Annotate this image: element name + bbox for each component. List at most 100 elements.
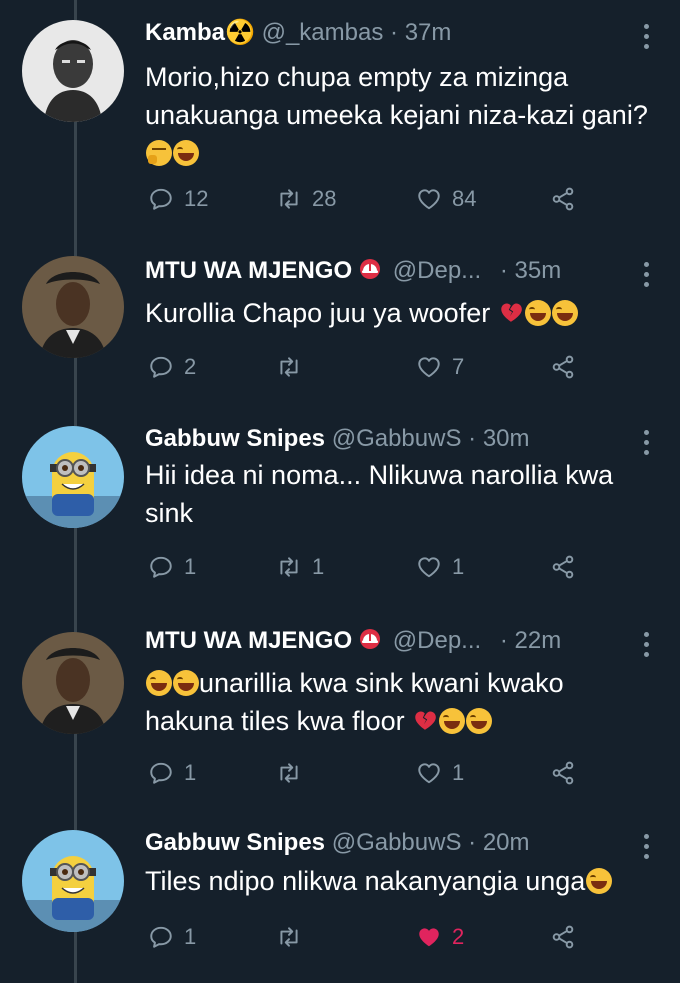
tweet-actions: 12 28 84 [148,184,618,214]
like-button[interactable]: 2 [416,922,464,952]
like-count: 2 [452,924,465,949]
display-name[interactable]: Gabbuw Snipes [145,425,325,452]
reply-count: 2 [184,354,197,379]
face-with-tears-of-joy-emoji [524,300,551,326]
avatar[interactable] [22,830,124,932]
heart-icon [416,760,442,786]
broken-heart-emoji [498,299,524,325]
avatar[interactable] [22,256,124,358]
display-name[interactable]: MTU WA MJENGO [145,257,352,284]
avatar[interactable] [22,632,124,734]
helmet-badge-icon [358,627,382,651]
tweet-actions: 1 2 [148,922,618,952]
display-name[interactable]: Kamba☢️ [145,19,255,46]
face-with-tears-of-joy-emoji [173,140,199,166]
like-count: 1 [452,554,465,579]
retweet-button[interactable] [276,922,312,952]
tweet-text: Tiles ndipo nlikwa nakanyangia unga [145,862,655,900]
face-with-tears-of-joy-emoji [146,670,172,696]
tweet[interactable]: Gabbuw Snipes @GabbuwS · 20m Tiles ndipo… [0,820,680,983]
more-options-icon[interactable] [644,24,650,54]
tweet-text-content: Tiles ndipo nlikwa nakanyangia unga [145,866,586,896]
thinking-face-emoji [146,140,172,166]
face-with-tears-of-joy-emoji [551,300,578,326]
retweet-count: 28 [312,186,337,211]
face-with-tears-of-joy-emoji [439,708,466,734]
like-button[interactable]: 7 [416,352,464,382]
reply-button[interactable]: 1 [148,552,196,582]
retweet-icon [276,354,302,380]
tweet[interactable]: MTU WA MJENGO @Dep... · 22m unarillia kw… [0,620,680,820]
tweet[interactable]: Kamba☢️ @_kambas · 37m Morio,hizo chupa … [0,0,680,240]
reply-icon [148,354,174,380]
reply-count: 1 [184,760,197,785]
handle[interactable]: @GabbuwS [332,829,462,856]
like-button[interactable]: 1 [416,758,464,788]
tweet-text-content: unarillia kwa sink kwani kwako [199,668,564,698]
handle[interactable]: @_kambas [262,19,384,46]
reply-icon [148,760,174,786]
share-icon [550,760,576,786]
share-button[interactable] [550,922,576,952]
timestamp[interactable]: 37m [405,19,452,46]
face-with-tears-of-joy-emoji [173,670,199,696]
reply-button[interactable]: 12 [148,184,208,214]
tweet-text-content: hakuna tiles kwa floor [145,706,405,736]
like-count: 84 [452,186,477,211]
handle[interactable]: @Dep... [393,257,481,284]
tweet-text: Kurollia Chapo juu ya woofer [145,294,655,332]
tweet-actions: 1 1 1 [148,552,618,582]
tweet-actions: 1 1 [148,758,618,788]
tweet-header: MTU WA MJENGO @Dep... · 35m [145,256,561,286]
retweet-count: 1 [312,554,325,579]
more-options-icon[interactable] [644,632,650,662]
retweet-button[interactable]: 28 [276,184,336,214]
share-button[interactable] [550,758,576,788]
separator: · [499,627,508,654]
timestamp[interactable]: 20m [483,829,530,856]
reply-icon [148,554,174,580]
reply-button[interactable]: 1 [148,758,196,788]
retweet-button[interactable] [276,758,312,788]
tweet-text: Hii idea ni noma... Nlikuwa narollia kwa… [145,456,655,532]
reply-count: 12 [184,186,209,211]
more-options-icon[interactable] [644,834,650,864]
tweet[interactable]: Gabbuw Snipes @GabbuwS · 30m Hii idea ni… [0,410,680,620]
share-button[interactable] [550,184,576,214]
avatar[interactable] [22,426,124,528]
separator: · [468,829,477,856]
display-name[interactable]: Gabbuw Snipes [145,829,325,856]
heart-icon [416,354,442,380]
retweet-button[interactable]: 1 [276,552,324,582]
retweet-button[interactable] [276,352,312,382]
share-button[interactable] [550,552,576,582]
like-count: 7 [452,354,465,379]
retweet-icon [276,186,302,212]
helmet-badge-icon [358,257,382,281]
tweet-text-content: Morio,hizo chupa empty za mizinga unakua… [145,62,648,130]
reply-button[interactable]: 1 [148,922,196,952]
timestamp[interactable]: 22m [515,627,562,654]
handle[interactable]: @GabbuwS [332,425,462,452]
reply-button[interactable]: 2 [148,352,196,382]
timestamp[interactable]: 30m [483,425,530,452]
like-count: 1 [452,760,465,785]
tweet-actions: 2 7 [148,352,618,382]
more-options-icon[interactable] [644,262,650,292]
retweet-icon [276,554,302,580]
like-button[interactable]: 1 [416,552,464,582]
display-name[interactable]: MTU WA MJENGO [145,627,352,654]
handle[interactable]: @Dep... [393,627,481,654]
tweet-text: unarillia kwa sink kwani kwako hakuna ti… [145,664,655,740]
reply-icon [148,924,174,950]
reply-count: 1 [184,554,197,579]
avatar[interactable] [22,20,124,122]
share-button[interactable] [550,352,576,382]
timestamp[interactable]: 35m [515,257,562,284]
share-icon [550,186,576,212]
like-button[interactable]: 84 [416,184,476,214]
tweet[interactable]: MTU WA MJENGO @Dep... · 35m Kurollia Cha… [0,240,680,410]
tweet-header: MTU WA MJENGO @Dep... · 22m [145,626,561,656]
share-icon [550,924,576,950]
separator: · [390,19,399,46]
